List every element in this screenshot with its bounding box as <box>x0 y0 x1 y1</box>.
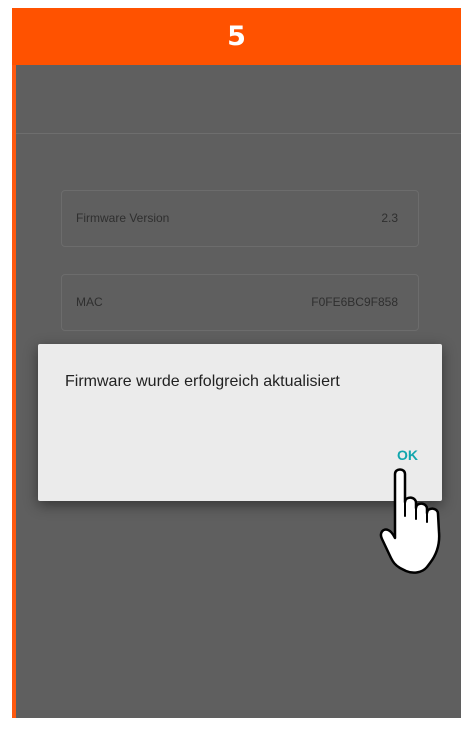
hand-pointer-icon <box>379 468 441 574</box>
firmware-version-label: Firmware Version <box>76 211 170 225</box>
bottom-strip <box>12 718 461 745</box>
mac-address-card: MAC F0FE6BC9F858 <box>61 274 419 331</box>
step-banner: 5 <box>12 8 461 65</box>
firmware-version-value: 2.3 <box>381 211 398 225</box>
header-divider <box>16 133 461 134</box>
left-accent-bar <box>12 65 16 718</box>
step-number: 5 <box>227 21 246 52</box>
mac-address-label: MAC <box>76 295 103 309</box>
ok-button[interactable]: OK <box>397 447 418 463</box>
dialog-message: Firmware wurde erfolgreich aktualisiert <box>65 373 340 390</box>
mac-address-value: F0FE6BC9F858 <box>311 295 398 309</box>
phone-screen: 5 Firmware Version 2.3 MAC F0FE6BC9F858 … <box>12 8 461 745</box>
firmware-version-card: Firmware Version 2.3 <box>61 190 419 247</box>
